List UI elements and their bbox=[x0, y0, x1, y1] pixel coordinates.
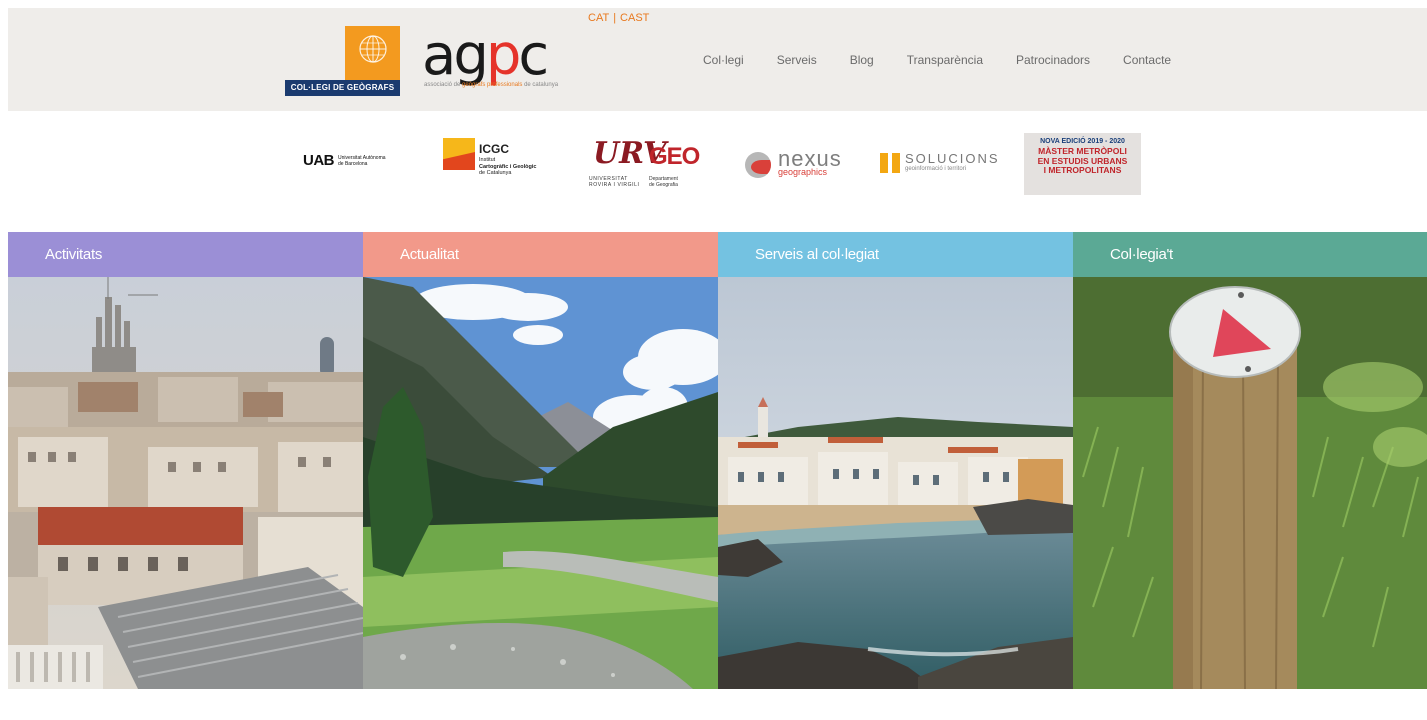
icgc-subtitle: Institut Cartogràfic i Geològic de Catalun… bbox=[479, 157, 537, 176]
coastal-village-image bbox=[718, 277, 1073, 689]
tile-actualitat-title[interactable]: Actualitat bbox=[363, 232, 718, 277]
map-pin-icon bbox=[880, 153, 900, 173]
tile-serveis-collegiat[interactable]: Serveis al col·legiat bbox=[718, 232, 1073, 689]
agpc-wordmark: agpc bbox=[422, 23, 549, 88]
urv-university-text: UNIVERSITAT ROVIRA I VIRGILI bbox=[589, 176, 640, 188]
tile-activitats-title[interactable]: Activitats bbox=[8, 232, 363, 277]
solucions-title: SOLUCIONS bbox=[905, 151, 1000, 166]
sponsor-uab-logo[interactable]: UAB Universitat Autònoma de Barcelona bbox=[303, 152, 386, 169]
nav-item-serveis[interactable]: Serveis bbox=[777, 53, 817, 67]
sponsor-strip: UAB Universitat Autònoma de Barcelona ICG… bbox=[0, 130, 1427, 200]
lang-cat-link[interactable]: CAT bbox=[588, 12, 609, 24]
globe-icon bbox=[345, 26, 400, 80]
urv-department-text: Departament de Geografia bbox=[649, 176, 678, 188]
barcelona-rooftops-image bbox=[8, 277, 363, 689]
nav-item-collegi[interactable]: Col·legi bbox=[703, 53, 744, 67]
uab-mark: UAB bbox=[303, 152, 335, 169]
language-switcher: CAT | CAST bbox=[588, 12, 649, 24]
tile-serveis-title[interactable]: Serveis al col·legiat bbox=[718, 232, 1073, 277]
nav-item-patrocinadors[interactable]: Patrocinadors bbox=[1016, 53, 1090, 67]
main-nav: Col·legi Serveis Blog Transparència Patr… bbox=[703, 53, 1204, 67]
solucions-subtitle: geoinformació i territori bbox=[905, 166, 967, 172]
cdg-logo-label: COL·LEGI DE GEÒGRAFS bbox=[285, 80, 400, 96]
cdg-logo[interactable]: COL·LEGI DE GEÒGRAFS bbox=[285, 26, 400, 98]
master-edition: NOVA EDICIÓ 2019 - 2020 bbox=[1040, 138, 1125, 145]
nexus-icon bbox=[745, 152, 771, 178]
nav-item-transparencia[interactable]: Transparència bbox=[907, 53, 983, 67]
icgc-title: ICGC bbox=[479, 142, 509, 156]
nav-item-contacte[interactable]: Contacte bbox=[1123, 53, 1171, 67]
sponsor-urv-logo[interactable]: URV GEO UNIVERSITAT ROVIRA I VIRGILI Depa… bbox=[589, 136, 709, 194]
uab-text: Universitat Autònoma de Barcelona bbox=[338, 154, 386, 167]
tile-activitats[interactable]: Activitats bbox=[8, 232, 363, 689]
icgc-mark-icon bbox=[443, 138, 475, 170]
tile-collegiat[interactable]: Col·legia't bbox=[1073, 232, 1427, 689]
lang-cast-link[interactable]: CAST bbox=[620, 12, 649, 24]
urv-geo-mark: GEO bbox=[649, 143, 700, 170]
sponsor-master-banner[interactable]: NOVA EDICIÓ 2019 - 2020 MÀSTER METRÒPOLI… bbox=[1024, 133, 1141, 195]
lang-separator: | bbox=[613, 12, 617, 24]
agpc-logo[interactable]: agpc associació de geògrafs professional… bbox=[422, 23, 592, 92]
nav-item-blog[interactable]: Blog bbox=[850, 53, 874, 67]
header-bar: CAT | CAST COL·LEGI DE GEÒGRAFS agpc assoc… bbox=[8, 8, 1427, 111]
master-title: MÀSTER METRÒPOLI EN ESTUDIS URBANS I METRO… bbox=[1037, 146, 1128, 175]
trail-marker-image bbox=[1073, 277, 1427, 689]
tile-actualitat[interactable]: Actualitat bbox=[363, 232, 718, 689]
agpc-tagline: associació de geògrafs professionals de … bbox=[424, 82, 559, 88]
sponsor-icgc-logo[interactable]: ICGC Institut Cartogràfic i Geològic de Ca… bbox=[443, 138, 563, 186]
tile-collegiat-title[interactable]: Col·legia't bbox=[1073, 232, 1427, 277]
nexus-subtitle: geographics bbox=[778, 167, 828, 177]
sponsor-solucions-logo[interactable]: SOLUCIONS geoinformació i territori bbox=[878, 151, 1008, 178]
sponsor-nexus-logo[interactable]: nexus geographics bbox=[745, 146, 845, 182]
mountain-valley-image bbox=[363, 277, 718, 689]
feature-tiles: Activitats Actualitat Serveis al col·leg… bbox=[8, 232, 1427, 689]
